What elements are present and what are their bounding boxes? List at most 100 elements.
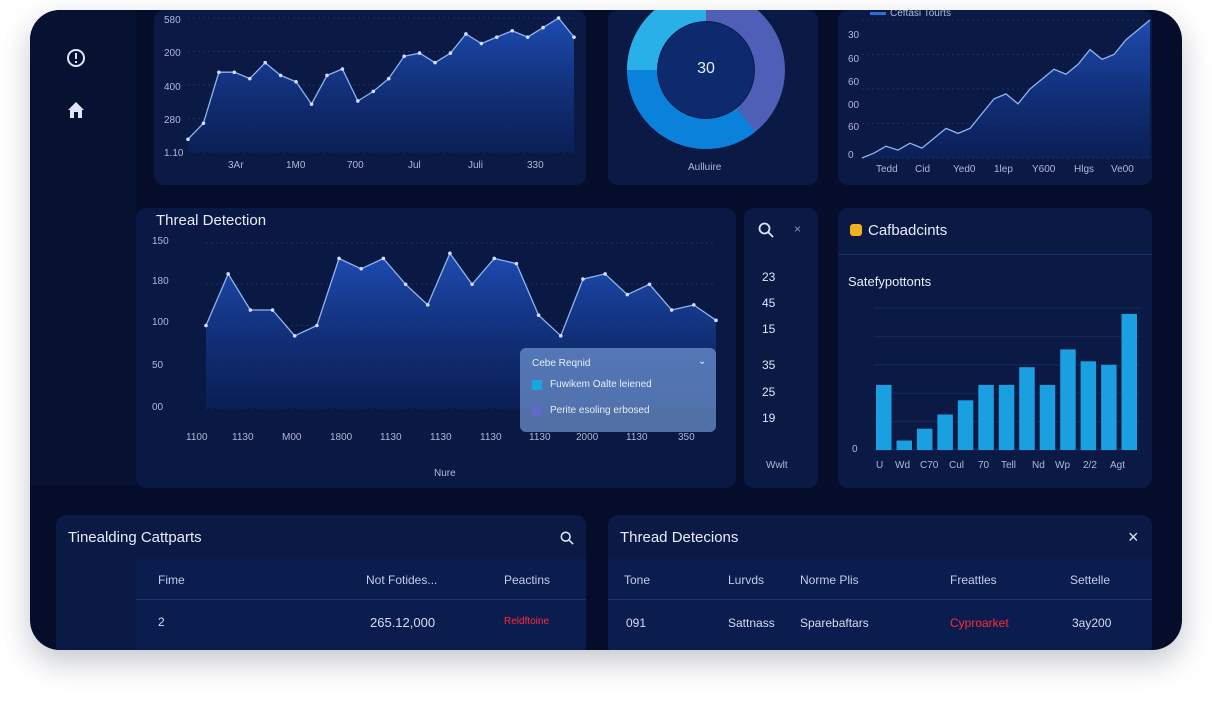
data-point <box>309 102 314 106</box>
search-icon[interactable] <box>560 531 574 545</box>
x-tick: 1100 <box>186 432 208 443</box>
tinealding-table-panel: Tinealding Cattparts Fime Not Fotides...… <box>56 515 586 650</box>
search-icon[interactable] <box>758 222 774 238</box>
donut-chart <box>627 10 785 149</box>
column-header[interactable]: Norme Plis <box>800 573 859 587</box>
x-tick: 2000 <box>576 432 599 443</box>
sidebar <box>30 10 136 485</box>
app-frame: 580 200 400 280 1.10 3Ar 1M0 700 Jul Jul… <box>30 10 1182 650</box>
legend-title: Cebe Reqnid <box>532 358 591 369</box>
x-tick: 3Ar <box>228 160 244 171</box>
label: Wwlt <box>766 460 788 471</box>
data-point <box>315 323 319 328</box>
detections-table-panel: Thread Detecions × Tone Lurvds Norme Pli… <box>608 515 1152 650</box>
x-axis-label: Nure <box>434 468 456 479</box>
x-tick: Agt <box>1110 460 1126 471</box>
x-tick: U <box>876 460 884 471</box>
data-point <box>278 73 283 78</box>
data-point <box>479 41 484 46</box>
area-fill <box>862 20 1150 158</box>
data-point <box>371 89 376 94</box>
data-point <box>263 60 267 65</box>
data-point <box>340 67 345 71</box>
data-point <box>386 76 391 81</box>
data-point <box>581 277 585 281</box>
x-tick: 2/2 <box>1083 460 1097 471</box>
status-text: Reldftoine <box>504 616 550 627</box>
data-point <box>470 282 474 287</box>
divider <box>608 599 1152 600</box>
bar <box>1121 313 1137 450</box>
data-point <box>270 308 275 312</box>
data-point <box>495 35 499 39</box>
close-icon[interactable]: × <box>794 222 801 236</box>
data-point <box>294 80 298 84</box>
data-point <box>417 51 422 55</box>
data-point <box>669 308 674 312</box>
donut-label: Aulluire <box>688 162 722 173</box>
mid-narrow-panel: × 23 45 15 35 25 19 Wwlt <box>744 208 818 488</box>
data-point <box>603 272 607 276</box>
x-tick: Nd <box>1032 460 1045 471</box>
table-cell: 265.12,000 <box>370 615 436 630</box>
bar <box>937 414 953 450</box>
data-point <box>247 76 252 81</box>
data-point <box>558 334 563 338</box>
threat-detection-panel: Threal Detection 150 180 100 50 00 1100 … <box>136 208 736 488</box>
table-cell: 3ay200 <box>1072 616 1112 630</box>
x-tick: 1lep <box>994 164 1013 175</box>
top-left-chart-panel: 580 200 400 280 1.10 3Ar 1M0 700 Jul Jul… <box>154 10 586 185</box>
column-header[interactable]: Lurvds <box>728 573 764 587</box>
data-point <box>448 251 452 256</box>
panel-title: Tinealding Cattparts <box>68 529 202 546</box>
x-tick: Cul <box>949 460 965 471</box>
column-header[interactable]: Tone <box>624 573 650 587</box>
chevron-down-icon[interactable]: ⌄ <box>698 356 706 367</box>
value: 19 <box>762 411 776 425</box>
x-tick: Y600 <box>1032 164 1056 175</box>
column-header[interactable]: Settelle <box>1070 573 1110 587</box>
x-tick: Juli <box>468 160 484 171</box>
data-point <box>647 282 652 287</box>
data-point <box>433 60 437 65</box>
table-body: Fime Not Fotides... Peactins 2 265.12,00… <box>136 559 586 650</box>
column-header[interactable]: Peactins <box>504 573 550 587</box>
panel-title: Thread Detecions <box>620 529 739 546</box>
legend-popup[interactable]: Cebe Reqnid ⌄ Fuwikem Oalte leiened Peri… <box>520 348 716 432</box>
x-tick: Ve00 <box>1111 164 1134 175</box>
data-point <box>402 54 406 59</box>
data-point <box>514 261 519 266</box>
column-header[interactable]: Fime <box>158 573 185 587</box>
top-right-area-chart <box>861 19 1151 159</box>
x-tick: 1M0 <box>286 160 306 171</box>
x-tick: 70 <box>978 460 990 471</box>
bar <box>1060 349 1076 450</box>
home-icon[interactable] <box>66 100 86 120</box>
data-point <box>248 308 253 312</box>
data-point <box>201 121 206 126</box>
table-cell: 091 <box>626 616 647 630</box>
data-point <box>232 70 237 75</box>
x-tick: 700 <box>347 160 364 171</box>
data-point <box>464 32 468 36</box>
data-point <box>510 28 515 33</box>
alert-icon[interactable] <box>66 48 86 68</box>
bar <box>978 384 994 450</box>
x-tick: Yed0 <box>953 164 976 175</box>
column-header[interactable]: Not Fotides... <box>366 573 437 587</box>
bar <box>1080 361 1097 451</box>
callback-panel: Cafbadcints Satefypottonts 0 U Wd C70 Cu… <box>838 208 1152 488</box>
donut-panel: 30 Aulluire <box>608 10 818 185</box>
top-right-chart-panel: Ceftasi Tourts 30 60 60 00 60 0 Tedd Cid… <box>838 10 1152 185</box>
data-point <box>359 266 364 271</box>
column-header[interactable]: Freattles <box>950 573 997 587</box>
data-point <box>325 73 329 78</box>
bar <box>916 428 933 450</box>
close-icon[interactable]: × <box>1128 527 1139 548</box>
x-tick: 1130 <box>529 432 551 443</box>
value: 15 <box>762 322 776 336</box>
table-cell: Sattnass <box>728 616 775 630</box>
x-tick: 1130 <box>626 432 648 443</box>
data-point <box>292 334 297 338</box>
data-point <box>356 99 360 103</box>
